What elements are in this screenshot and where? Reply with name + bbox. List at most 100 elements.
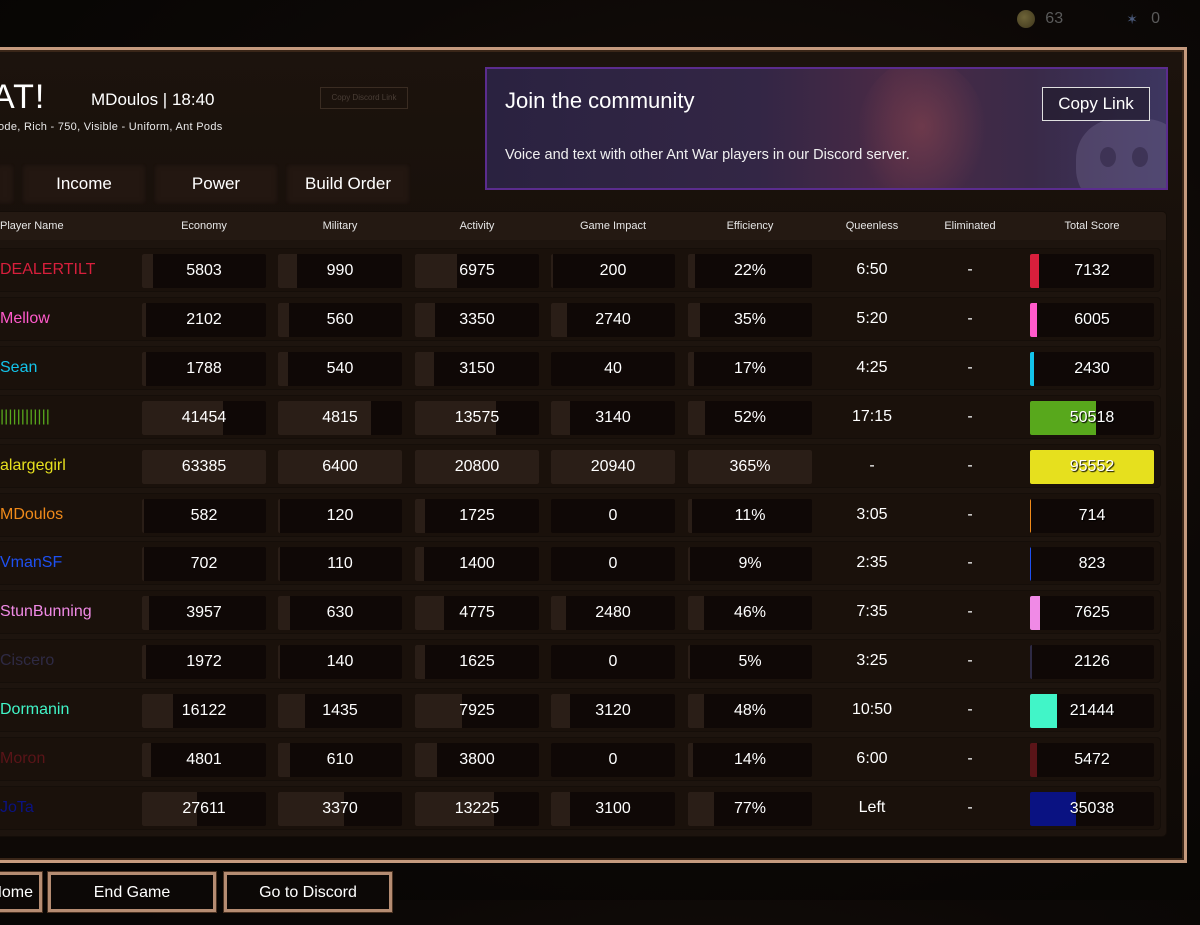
table-row: MDoulos 582 120 1725 0 11% 3:05 - 714 <box>0 493 1160 536</box>
military-value: 560 <box>326 310 354 328</box>
activity-cell: 3150 <box>415 351 539 386</box>
activity-value: 4775 <box>459 604 495 622</box>
tab-power[interactable]: Power <box>154 164 278 204</box>
total-score-cell: 95552 <box>1030 449 1154 484</box>
military-value: 3370 <box>322 799 358 817</box>
efficiency-cell: 22% <box>688 254 812 288</box>
military-value: 6400 <box>322 457 358 475</box>
efficiency-value: 52% <box>733 408 767 426</box>
impact-value: 40 <box>604 359 622 377</box>
activity-value: 1725 <box>459 506 495 524</box>
total-score-cell: 7625 <box>1030 596 1154 631</box>
economy-value: 3957 <box>186 604 222 622</box>
total-score-value: 2126 <box>1074 653 1110 671</box>
impact-cell: 3100 <box>551 791 675 826</box>
economy-cell: 16122 <box>142 694 266 729</box>
tab-build-order[interactable]: Build Order <box>286 164 410 204</box>
discord-logo-icon <box>1076 119 1166 188</box>
home-button[interactable]: Home <box>0 871 43 913</box>
activity-cell: 1625 <box>415 645 539 680</box>
end-game-button[interactable]: End Game <box>47 871 217 913</box>
queenless-value: 2:35 <box>856 554 888 572</box>
total-score-value: 6005 <box>1074 310 1110 328</box>
col-total-score: Total Score <box>1064 220 1120 232</box>
col-player-name: Player Name <box>0 220 64 232</box>
economy-cell: 63385 <box>142 449 266 484</box>
total-score-cell: 35038 <box>1030 791 1154 826</box>
impact-cell: 2740 <box>551 302 675 337</box>
eliminated-value: - <box>967 701 973 719</box>
impact-cell: 40 <box>551 351 675 386</box>
player-name: MDoulos <box>0 505 64 523</box>
economy-value: 1972 <box>186 653 222 671</box>
table-row: |||||||||||| 41454 4815 13575 3140 52% 17:15 - 5… <box>0 395 1160 438</box>
military-cell: 140 <box>278 645 402 680</box>
military-cell: 630 <box>278 596 402 631</box>
coin-icon <box>1017 10 1036 28</box>
activity-cell: 3800 <box>415 743 539 777</box>
military-value: 1435 <box>322 702 358 720</box>
impact-value: 0 <box>608 751 618 768</box>
efficiency-cell: 11% <box>688 498 812 533</box>
efficiency-value: 35% <box>733 310 767 328</box>
col-efficiency: Efficiency <box>726 220 774 232</box>
efficiency-value: 5% <box>738 653 762 671</box>
impact-cell: 3140 <box>551 400 675 435</box>
economy-cell: 3957 <box>142 596 266 631</box>
economy-value: 41454 <box>181 408 227 426</box>
total-score-value: 21444 <box>1069 702 1115 720</box>
eliminated-value: - <box>967 554 973 572</box>
col-eliminated: Eliminated <box>944 220 996 232</box>
impact-value: 2740 <box>595 310 631 328</box>
total-score-cell: 2430 <box>1030 351 1154 386</box>
ant-counter: ✶ 0 <box>1123 10 1160 28</box>
military-cell: 6400 <box>278 449 402 484</box>
eliminated-value: - <box>967 652 973 670</box>
military-value: 610 <box>326 751 354 768</box>
military-cell: 610 <box>278 743 402 777</box>
impact-cell: 0 <box>551 498 675 533</box>
total-score-value: 7625 <box>1074 604 1110 622</box>
efficiency-value: 46% <box>733 604 767 622</box>
total-score-value: 823 <box>1078 555 1106 573</box>
economy-cell: 1788 <box>142 351 266 386</box>
economy-cell: 702 <box>142 547 266 582</box>
military-value: 140 <box>326 653 354 671</box>
queenless-value: 4:25 <box>856 358 888 376</box>
military-cell: 4815 <box>278 400 402 435</box>
community-banner: Join the community Voice and text with o… <box>485 67 1168 190</box>
table-row: Moron 4801 610 3800 0 14% 6:00 - 5472 <box>0 738 1160 780</box>
player-name: StunBunning <box>0 603 92 621</box>
col-game-impact: Game Impact <box>579 220 647 232</box>
copy-link-button[interactable]: Copy Link <box>1042 87 1150 121</box>
queenless-value: 17:15 <box>851 407 893 425</box>
impact-cell: 0 <box>551 645 675 680</box>
activity-value: 1400 <box>459 555 495 573</box>
activity-cell: 4775 <box>415 596 539 631</box>
resource-bar: 63 ✶ 0 <box>1017 10 1160 28</box>
efficiency-cell: 77% <box>688 791 812 826</box>
efficiency-value: 17% <box>733 359 767 377</box>
military-value: 540 <box>326 359 354 377</box>
activity-value: 7925 <box>459 702 495 720</box>
community-description: Voice and text with other Ant War player… <box>505 147 910 163</box>
military-cell: 110 <box>278 547 402 582</box>
tab-overview[interactable] <box>0 164 14 204</box>
tab-income[interactable]: Income <box>22 164 146 204</box>
table-row: alargegirl 63385 6400 20800 20940 365% - - 95552 <box>0 444 1160 487</box>
efficiency-value: 11% <box>734 506 766 524</box>
economy-cell: 2102 <box>142 302 266 337</box>
table-row: JoTa 27611 3370 13225 3100 77% Left - 35038 <box>0 786 1160 829</box>
eliminated-value: - <box>967 505 973 523</box>
go-to-discord-button[interactable]: Go to Discord <box>223 871 393 913</box>
military-cell: 560 <box>278 302 402 337</box>
total-score-value: 50518 <box>1069 408 1115 426</box>
activity-value: 6975 <box>459 262 495 279</box>
economy-value: 582 <box>190 506 218 524</box>
total-score-cell: 5472 <box>1030 743 1154 777</box>
copy-discord-link-button[interactable]: Copy Discord Link <box>320 87 408 109</box>
impact-value: 0 <box>608 653 618 671</box>
table-row: StunBunning 3957 630 4775 2480 46% 7:35 - 7625 <box>0 591 1160 634</box>
efficiency-value: 22% <box>733 262 767 279</box>
activity-value: 1625 <box>459 653 495 671</box>
